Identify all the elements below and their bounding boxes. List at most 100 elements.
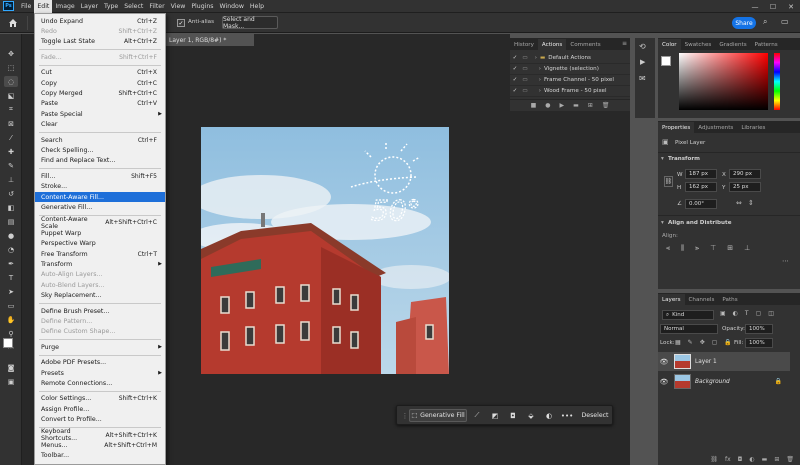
menu-window[interactable]: Window	[217, 0, 247, 13]
delete-layer-icon[interactable]: 🗑	[786, 456, 794, 465]
object-select-tool-icon[interactable]: ⬕	[4, 90, 18, 101]
action-enabled-checkmark-icon[interactable]: ✓	[510, 88, 520, 94]
document-canvas[interactable]: 50°	[201, 127, 449, 374]
x-field[interactable]: 290 px	[729, 169, 761, 179]
align-collapse-icon[interactable]: ▾	[661, 220, 664, 226]
fill-selection-icon[interactable]: ⬙	[525, 409, 537, 422]
delete-icon[interactable]: 🗑	[602, 102, 610, 109]
tab-properties[interactable]: Properties	[658, 122, 695, 133]
height-field[interactable]: 162 px	[685, 182, 717, 192]
menu-item-cut[interactable]: Cut Ctrl+X	[35, 68, 165, 78]
share-button[interactable]: Share	[732, 17, 756, 29]
hand-tool-icon[interactable]: ✋	[4, 314, 18, 325]
marquee-tool-icon[interactable]: ⬚	[4, 62, 18, 73]
action-row[interactable]: ✓ ▭ › Frame Channel - 50 pixel	[510, 75, 630, 86]
expand-arrow-icon[interactable]: ›	[530, 88, 544, 94]
menu-item-search[interactable]: Search Ctrl+F	[35, 135, 165, 145]
menu-item-stroke[interactable]: Stroke...	[35, 182, 165, 192]
menu-type[interactable]: Type	[101, 0, 121, 13]
close-window-button[interactable]: ✕	[782, 0, 800, 13]
invert-selection-icon[interactable]: ◩	[489, 409, 501, 422]
opacity-field[interactable]: 100%	[745, 324, 773, 334]
tab-adjustments[interactable]: Adjustments	[694, 122, 737, 133]
lasso-tool-icon[interactable]: ◌	[4, 76, 18, 87]
pen-tool-icon[interactable]: ✒	[4, 258, 18, 269]
menu-item-puppet-warp[interactable]: Puppet Warp	[35, 228, 165, 238]
lock-transparent-icon[interactable]: ▦	[675, 339, 681, 346]
angle-field[interactable]: 0.00°	[685, 199, 717, 209]
tab-swatches[interactable]: Swatches	[681, 39, 716, 50]
align-top-icon[interactable]: ⊤	[710, 244, 716, 253]
menu-item-auto-align-layers[interactable]: Auto-Align Layers...	[35, 270, 165, 280]
menu-item-perspective-warp[interactable]: Perspective Warp	[35, 239, 165, 249]
actions-panel-icon[interactable]: ▶	[640, 58, 645, 66]
eraser-tool-icon[interactable]: ◧	[4, 202, 18, 213]
menu-layer[interactable]: Layer	[78, 0, 101, 13]
frame-tool-icon[interactable]: ⊠	[4, 118, 18, 129]
tab-libraries[interactable]: Libraries	[737, 122, 769, 133]
eyedropper-tool-icon[interactable]: ⁄	[4, 132, 18, 143]
select-and-mask-button[interactable]: Select and Mask...	[222, 16, 278, 30]
foreground-color-swatch[interactable]	[3, 338, 13, 348]
adjustment-layer-icon[interactable]: ◐	[749, 456, 754, 465]
action-enabled-checkmark-icon[interactable]: ✓	[510, 77, 520, 83]
anti-alias-checkbox[interactable]: ✓	[177, 19, 185, 27]
y-field[interactable]: 25 px	[729, 182, 761, 192]
align-bottom-icon[interactable]: ⊥	[744, 244, 750, 253]
align-right-icon[interactable]: ⫸	[695, 244, 699, 253]
filter-pixel-icon[interactable]: ▣	[720, 310, 726, 317]
gradient-tool-icon[interactable]: ▤	[4, 216, 18, 227]
menu-item-undo-expand[interactable]: Undo Expand Ctrl+Z	[35, 16, 165, 26]
lock-all-icon[interactable]: 🔒	[724, 339, 731, 346]
workspace-icon[interactable]: ▭	[781, 17, 793, 29]
new-layer-icon[interactable]: ⊞	[774, 456, 779, 465]
menu-item-content-aware-scale[interactable]: Content-Aware Scale Alt+Shift+Ctrl+C	[35, 216, 165, 230]
menu-edit[interactable]: Edit	[34, 0, 53, 13]
menu-item-transform[interactable]: Transform ▶	[35, 259, 165, 269]
menu-item-purge[interactable]: Purge ▶	[35, 342, 165, 352]
align-middle-icon[interactable]: ⊞	[727, 244, 733, 253]
comments-panel-icon[interactable]: ✉	[639, 74, 646, 83]
menu-view[interactable]: View	[168, 0, 189, 13]
tab-actions[interactable]: Actions	[537, 39, 567, 50]
adjustment-icon[interactable]: ◐	[543, 409, 555, 422]
mask-icon[interactable]: ◘	[507, 409, 519, 422]
link-icon[interactable]: ⛓	[664, 176, 673, 187]
menu-item-check-spelling[interactable]: Check Spelling...	[35, 145, 165, 155]
menu-item-redo[interactable]: Redo Shift+Ctrl+Z	[35, 26, 165, 36]
tab-gradients[interactable]: Gradients	[715, 39, 750, 50]
menu-select[interactable]: Select	[121, 0, 146, 13]
menu-item-toggle-last-state[interactable]: Toggle Last State Alt+Ctrl+Z	[35, 37, 165, 47]
menu-item-keyboard-shortcuts[interactable]: Keyboard Shortcuts... Alt+Shift+Ctrl+K	[35, 428, 165, 442]
menu-filter[interactable]: Filter	[146, 0, 167, 13]
menu-item-paste-special[interactable]: Paste Special ▶	[35, 109, 165, 119]
filter-smart-icon[interactable]: ◫	[768, 310, 774, 317]
new-set-icon[interactable]: ▬	[573, 102, 579, 109]
lock-artboard-icon[interactable]: ▢	[712, 339, 718, 346]
dialog-toggle-icon[interactable]: ▭	[520, 77, 530, 83]
action-enabled-checkmark-icon[interactable]: ✓	[510, 55, 520, 61]
menu-item-content-aware-fill[interactable]: Content-Aware Fill...	[35, 192, 165, 202]
expand-arrow-icon[interactable]: ›	[530, 66, 544, 72]
blur-tool-icon[interactable]: ●	[4, 230, 18, 241]
layer-filter-kind[interactable]: ⌕ Kind	[662, 310, 714, 320]
menu-item-sky-replacement[interactable]: Sky Replacement...	[35, 291, 165, 301]
menu-item-clear[interactable]: Clear	[35, 120, 165, 130]
move-tool-icon[interactable]: ✥	[4, 48, 18, 59]
menu-item-copy-merged[interactable]: Copy Merged Shift+Ctrl+C	[35, 88, 165, 98]
generative-fill-button[interactable]: ⬚ Generative Fill	[409, 409, 467, 422]
stop-icon[interactable]: ■	[531, 102, 537, 109]
color-picker-field[interactable]	[679, 53, 768, 110]
menu-item-define-brush-preset[interactable]: Define Brush Preset...	[35, 306, 165, 316]
screen-mode-icon[interactable]: ▣	[4, 376, 18, 387]
deselect-button[interactable]: Deselect	[579, 409, 611, 422]
flip-vertical-icon[interactable]: ⇕	[748, 199, 754, 207]
menu-plugins[interactable]: Plugins	[188, 0, 216, 13]
tab-paths[interactable]: Paths	[718, 294, 741, 305]
crop-tool-icon[interactable]: ⌗	[4, 104, 18, 115]
menu-help[interactable]: Help	[247, 0, 267, 13]
menu-item-toolbar[interactable]: Toolbar...	[35, 451, 165, 461]
expand-arrow-icon[interactable]: ›	[530, 77, 544, 83]
menu-item-color-settings[interactable]: Color Settings... Shift+Ctrl+K	[35, 394, 165, 404]
color-fg-swatch[interactable]	[661, 56, 671, 66]
